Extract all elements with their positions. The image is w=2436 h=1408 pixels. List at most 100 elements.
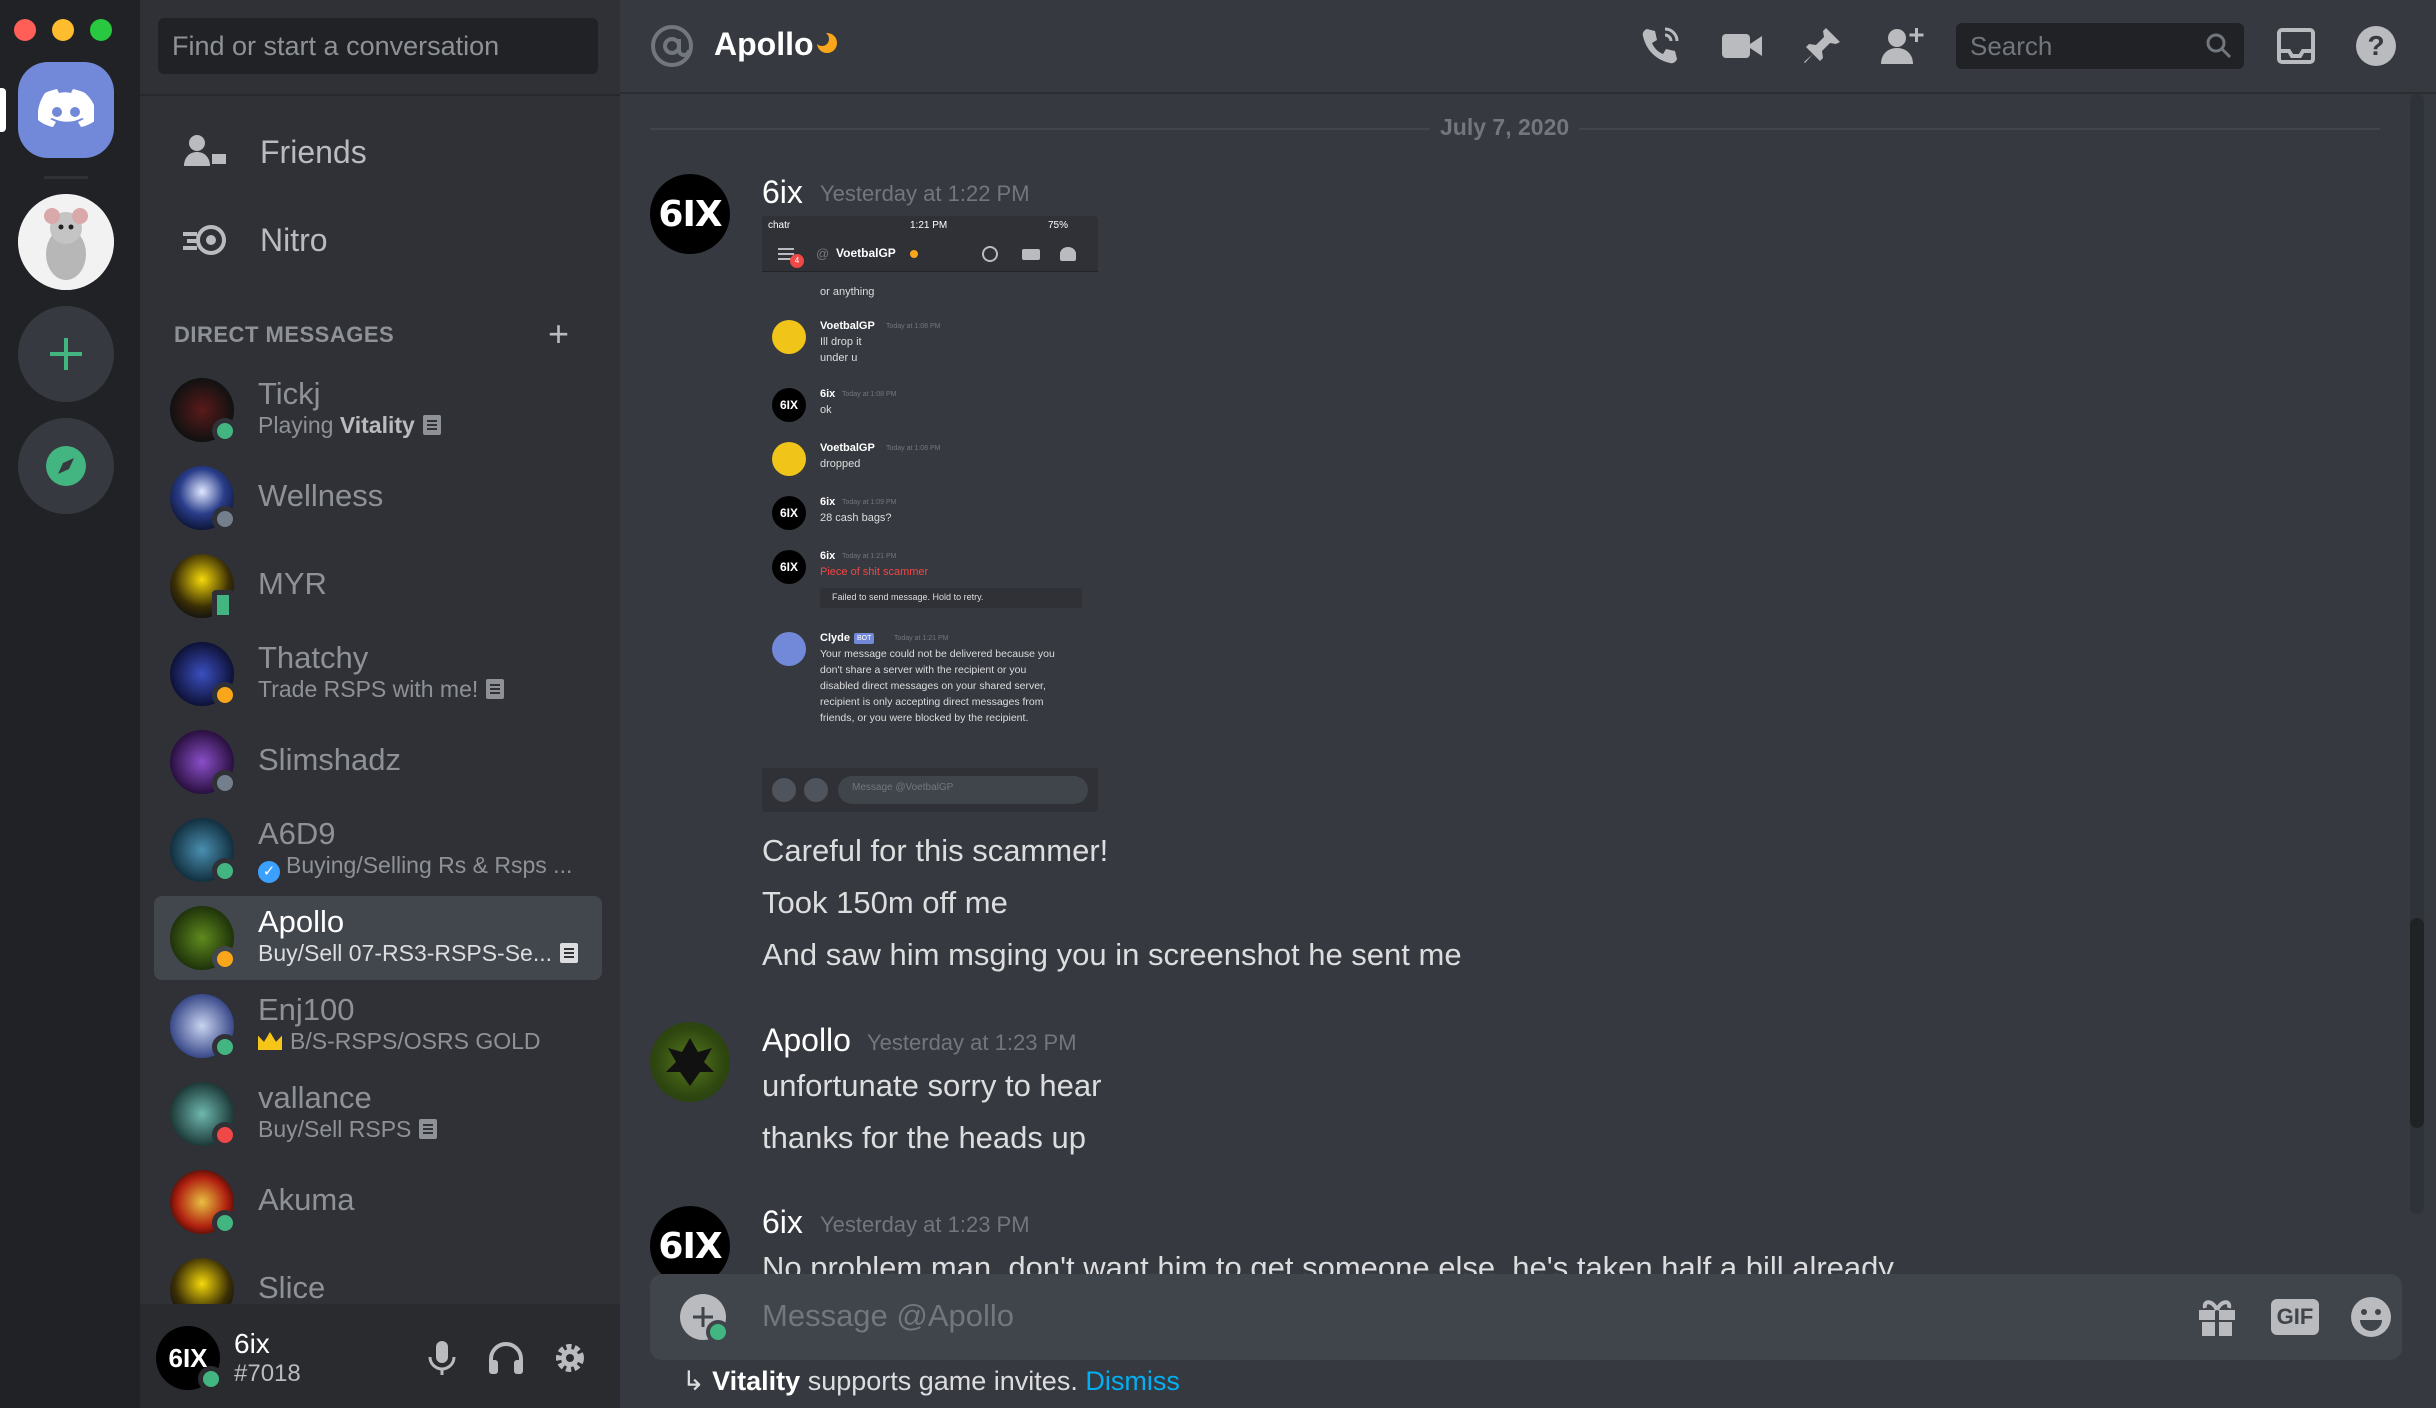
create-dm-button[interactable]: + (548, 316, 569, 352)
user-panel: 6IX 6ix #7018 (140, 1304, 620, 1408)
dm-activity: Buy/Sell 07-RS3-RSPS-Se... (258, 940, 579, 967)
dm-item-thatchy[interactable]: Thatchy Trade RSPS with me! (154, 632, 602, 716)
mute-button[interactable] (418, 1334, 466, 1382)
verified-check-icon: ✓ (258, 861, 280, 883)
sidebar-divider (140, 94, 620, 96)
dm-name: Wellness (258, 478, 384, 513)
status-dnd-indicator (212, 1122, 238, 1148)
add-server-button[interactable] (18, 306, 114, 402)
message-timestamp: Yesterday at 1:23 PM (867, 1030, 1077, 1055)
message-text: thanks for the heads up (762, 1120, 1087, 1155)
user-status-online-indicator (198, 1366, 224, 1392)
chat-main: Apollo Search ? July 7, 2020 6IX 6ix Yes… (620, 0, 2436, 1408)
user-settings-button[interactable] (546, 1334, 594, 1382)
search-input[interactable]: Search (1956, 23, 2244, 69)
inbox-button[interactable] (2270, 20, 2322, 72)
start-voice-call-button[interactable] (1634, 20, 1686, 72)
dm-name: Slice (258, 1270, 326, 1304)
embed-status-bar: chatr 1:21 PM 75% (762, 216, 1098, 236)
message-avatar[interactable]: 6IX (650, 1206, 730, 1274)
window-minimize-button[interactable] (52, 19, 74, 41)
gif-picker-button[interactable]: GIF (2270, 1294, 2320, 1340)
nav-friends-label: Friends (260, 133, 367, 170)
status-mobile-indicator (212, 590, 234, 620)
send-gift-button[interactable] (2192, 1294, 2242, 1340)
dm-item-vallance[interactable]: vallance Buy/Sell RSPS (154, 1072, 602, 1156)
rich-presence-icon (486, 679, 505, 699)
dm-item-tickj[interactable]: Tickj Playing Vitality (154, 368, 602, 452)
status-idle-indicator (212, 682, 238, 708)
rich-presence-icon (422, 415, 441, 435)
friends-icon (180, 127, 230, 177)
message-author[interactable]: Apollo (762, 1022, 851, 1059)
rat-server-icon (18, 194, 114, 290)
help-button[interactable]: ? (2350, 20, 2402, 72)
dm-name: Tickj (258, 376, 321, 411)
message-text: And saw him msging you in screenshot he … (762, 937, 1462, 972)
nitro-icon (180, 215, 230, 265)
chat-scrollbar-track[interactable] (2410, 94, 2424, 1214)
message-author[interactable]: 6ix (762, 174, 803, 211)
pinned-messages-button[interactable] (1796, 20, 1848, 72)
status-online-indicator (212, 858, 238, 884)
pin-icon (1804, 28, 1840, 63)
inbox-icon (2277, 28, 2315, 64)
help-icon: ? (2356, 26, 2396, 66)
user-name: 6ix (234, 1328, 270, 1359)
gif-icon: GIF (2271, 1299, 2319, 1335)
start-video-call-button[interactable] (1716, 20, 1768, 72)
nav-friends[interactable]: Friends (158, 114, 602, 190)
gear-icon (556, 1344, 584, 1372)
server-rail (0, 0, 140, 1408)
dm-item-apollo[interactable]: Apollo Buy/Sell 07-RS3-RSPS-Se... (154, 896, 602, 980)
message-avatar[interactable] (650, 1022, 730, 1102)
video-camera-icon (1722, 34, 1762, 58)
dismiss-link[interactable]: Dismiss (1085, 1366, 1180, 1396)
discord-logo-icon (38, 89, 94, 127)
explore-servers-button[interactable] (18, 418, 114, 514)
dm-activity: ✓ Buying/Selling Rs & Rsps ... (258, 852, 572, 883)
dm-item-myr[interactable]: MYR (154, 544, 602, 628)
message-timestamp: Yesterday at 1:22 PM (820, 181, 1030, 206)
channel-title: Apollo (714, 26, 814, 62)
status-online-indicator (212, 418, 238, 444)
chat-scrollbar-thumb[interactable] (2410, 918, 2424, 1128)
nav-nitro[interactable]: Nitro (158, 202, 602, 278)
dm-name: Apollo (258, 904, 345, 939)
dm-name: A6D9 (258, 816, 336, 851)
embed-composer: Message @VoetbalGP (762, 768, 1098, 812)
gift-icon (2199, 1300, 2235, 1336)
home-button[interactable] (18, 62, 114, 158)
invite-arrow-icon: ↳ (682, 1366, 705, 1396)
search-placeholder: Search (1970, 31, 2053, 61)
image-attachment[interactable]: chatr 1:21 PM 75% 4 @ VoetbalGP or anyth… (762, 216, 1098, 812)
dm-item-slice[interactable]: Slice (154, 1248, 602, 1304)
message-avatar[interactable]: 6IX (650, 174, 730, 254)
idle-moon-icon (815, 32, 838, 59)
status-online-indicator (212, 1034, 238, 1060)
game-name: Vitality (712, 1366, 801, 1396)
dm-item-wellness[interactable]: Wellness (154, 456, 602, 540)
dm-item-akuma[interactable]: Akuma (154, 1160, 602, 1244)
emoji-picker-button[interactable] (2346, 1294, 2396, 1340)
find-conversation-input[interactable]: Find or start a conversation (158, 18, 598, 74)
dm-activity: B/S-RSPS/OSRS GOLD (258, 1028, 541, 1055)
deafen-button[interactable] (482, 1334, 530, 1382)
window-zoom-button[interactable] (90, 19, 112, 41)
dm-item-a6d9[interactable]: A6D9 ✓ Buying/Selling Rs & Rsps ... (154, 808, 602, 892)
dm-activity: Trade RSPS with me! (258, 676, 505, 703)
status-offline-indicator (212, 506, 238, 532)
window-close-button[interactable] (14, 19, 36, 41)
message-input[interactable]: Message @Apollo (762, 1298, 1014, 1334)
message-author[interactable]: 6ix (762, 1204, 803, 1241)
dm-item-enj100[interactable]: Enj100 B/S-RSPS/OSRS GOLD (154, 984, 602, 1068)
phone-call-icon (1642, 27, 1679, 64)
apollo-emblem-icon (666, 1038, 714, 1086)
dm-item-slimshadz[interactable]: Slimshadz (154, 720, 602, 804)
add-friends-to-dm-button[interactable] (1876, 20, 1928, 72)
rail-separator (44, 176, 88, 179)
add-user-icon (1881, 28, 1924, 64)
status-offline-indicator (212, 770, 238, 796)
server-avatar-rat[interactable] (18, 194, 114, 290)
dm-name: Thatchy (258, 640, 369, 675)
